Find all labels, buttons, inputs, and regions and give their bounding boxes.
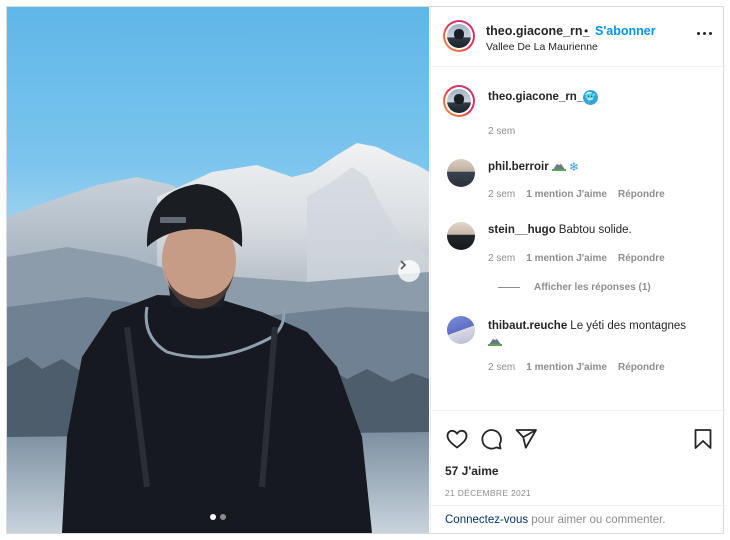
chevron-right-icon — [400, 260, 407, 270]
login-prompt-text: pour aimer ou commenter. — [528, 514, 666, 526]
header-separator: • — [584, 24, 589, 38]
comment-text: Babtou solide. — [558, 224, 632, 236]
heart-icon[interactable] — [445, 427, 469, 451]
post-side-panel: theo.giacone_rn_ • S'abonner Vallee De L… — [430, 7, 725, 533]
post-location[interactable]: Vallee De La Maurienne — [486, 41, 598, 53]
caption-time[interactable]: 2 sem — [488, 126, 515, 137]
post-container: theo.giacone_rn_ • S'abonner Vallee De L… — [6, 6, 725, 534]
mountain-icon — [488, 336, 502, 346]
comment-username[interactable]: stein__hugo — [488, 224, 556, 236]
reply-button[interactable]: Répondre — [618, 253, 665, 264]
post-date[interactable]: 21 DÉCEMBRE 2021 — [445, 488, 531, 498]
comment-meta: 2 sem 1 mention J'aime Répondre — [488, 189, 665, 200]
comment-time[interactable]: 2 sem — [488, 189, 515, 200]
follow-button[interactable]: S'abonner — [595, 24, 656, 38]
reply-button[interactable]: Répondre — [618, 189, 665, 200]
comment-likes[interactable]: 1 mention J'aime — [526, 189, 607, 200]
comment-text: Le yéti des montagnes — [570, 320, 687, 332]
view-replies-button[interactable]: Afficher les réponses (1) — [498, 282, 651, 293]
author-avatar[interactable] — [443, 20, 475, 52]
caption-avatar[interactable] — [443, 85, 475, 117]
comment-row: phil.berroir ❄ — [488, 160, 579, 174]
comments-section: theo.giacone_rn_ 🥶 2 sem phil.berroir ❄ … — [431, 68, 725, 408]
bookmark-icon[interactable] — [691, 427, 715, 451]
post-photo[interactable] — [7, 7, 429, 533]
carousel-dot[interactable] — [220, 514, 226, 520]
commenter-avatar[interactable] — [447, 316, 475, 344]
author-username[interactable]: theo.giacone_rn_ — [486, 24, 590, 38]
carousel-dot-active[interactable] — [210, 514, 216, 520]
comment-time[interactable]: 2 sem — [488, 253, 515, 264]
likes-count[interactable]: 57 J'aime — [445, 464, 499, 478]
comment-row: stein__hugo Babtou solide. — [488, 224, 632, 236]
snowflake-icon: ❄ — [568, 160, 579, 174]
comment-username[interactable]: phil.berroir — [488, 161, 549, 173]
post-header: theo.giacone_rn_ • S'abonner Vallee De L… — [431, 7, 725, 67]
reply-button[interactable]: Répondre — [618, 362, 665, 373]
comment-meta: 2 sem 1 mention J'aime Répondre — [488, 253, 665, 264]
replies-line — [498, 287, 520, 288]
comment-username[interactable]: thibaut.reuche — [488, 320, 567, 332]
login-prompt: Connectez-vous pour aimer ou commenter. — [431, 505, 725, 533]
caption-username[interactable]: theo.giacone_rn_ — [488, 91, 583, 103]
speech-bubble-icon[interactable] — [479, 427, 503, 451]
comment-likes[interactable]: 1 mention J'aime — [526, 362, 607, 373]
paper-plane-icon[interactable] — [514, 427, 538, 451]
commenter-avatar[interactable] — [447, 222, 475, 250]
caption-emoji: 🥶 — [583, 90, 598, 105]
carousel-next-button[interactable] — [398, 260, 420, 282]
photo-scene — [7, 143, 429, 533]
comment-time[interactable]: 2 sem — [488, 362, 515, 373]
comment-row: thibaut.reuche Le yéti des montagnes — [488, 318, 708, 350]
login-link[interactable]: Connectez-vous — [445, 514, 528, 526]
comment-meta: 2 sem 1 mention J'aime Répondre — [488, 362, 665, 373]
comment-likes[interactable]: 1 mention J'aime — [526, 253, 607, 264]
commenter-avatar[interactable] — [447, 159, 475, 187]
mountain-icon — [551, 161, 566, 171]
carousel-dots — [210, 514, 226, 520]
ellipsis-icon — [696, 31, 700, 35]
more-options-button[interactable] — [693, 25, 715, 41]
view-replies-label[interactable]: Afficher les réponses (1) — [534, 282, 651, 293]
